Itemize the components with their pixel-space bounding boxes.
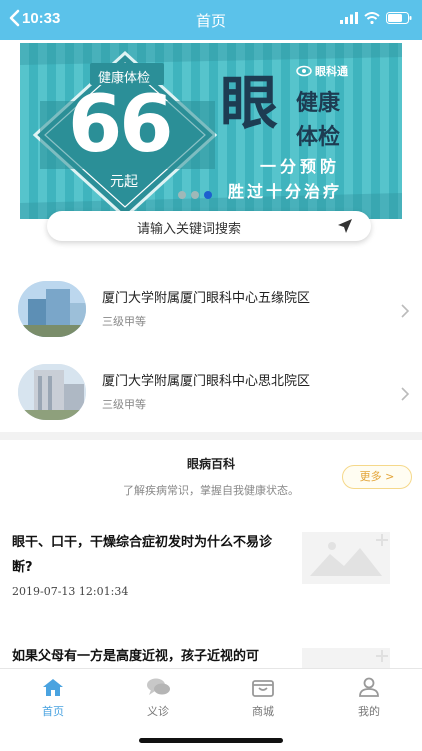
battery-icon — [386, 12, 412, 24]
article-title: 如果父母有一方是高度近视，孩子近视的可 — [12, 649, 260, 664]
nav-home[interactable]: 首页 — [23, 677, 83, 719]
nav-free-clinic[interactable]: 义诊 — [128, 677, 188, 719]
image-placeholder-icon — [302, 648, 390, 668]
chevron-right-icon — [401, 304, 410, 318]
home-icon — [43, 679, 63, 696]
hospital-name: 厦门大学附属厦门眼科中心思北院区 — [102, 374, 311, 389]
nav-label: 义诊 — [147, 705, 169, 718]
carousel-dots — [178, 191, 212, 199]
shop-icon — [252, 680, 274, 697]
logo-text: 眼科通 — [315, 65, 348, 78]
carousel-dot[interactable] — [191, 191, 199, 199]
hospital-item[interactable]: 厦门大学附属厦门眼科中心五缘院区 三级甲等 — [0, 281, 422, 361]
nav-label: 商城 — [252, 705, 274, 718]
navigate-arrow-icon[interactable] — [337, 218, 353, 234]
article-date: 2019-07-13 12:01:34 — [12, 585, 129, 598]
chevron-right-icon — [401, 387, 410, 401]
hospital-level: 三级甲等 — [102, 315, 146, 328]
nav-label: 首页 — [42, 705, 64, 718]
user-icon — [359, 677, 379, 697]
banner-logo: 眼科通 — [296, 63, 348, 79]
image-placeholder-icon — [302, 532, 390, 584]
chat-bubbles-icon — [147, 678, 170, 695]
banner-headline-1: 健康 — [296, 91, 341, 116]
article-title: 眼干、口干，干燥综合症初发时为什么不易诊断? — [12, 535, 273, 575]
hospital-level: 三级甲等 — [102, 398, 146, 411]
home-indicator — [139, 738, 283, 743]
carousel-dot-active[interactable] — [204, 191, 212, 199]
banner-price-suffix: 元起 — [110, 174, 138, 190]
signal-icon — [340, 12, 358, 24]
search-input[interactable]: 请输入关键词搜索 — [47, 218, 331, 237]
hospital-photo — [18, 281, 86, 337]
banner-eye-char: 眼 — [220, 69, 279, 137]
nav-label: 我的 — [358, 705, 380, 718]
banner-slogan-2: 胜过十分治疗 — [228, 182, 343, 201]
carousel-dot[interactable] — [178, 191, 186, 199]
eye-logo-icon — [296, 65, 312, 77]
nav-shop[interactable]: 商城 — [233, 677, 293, 719]
status-icons — [340, 12, 412, 24]
top-bar: 10:33 首页 — [0, 0, 422, 40]
banner-slogan-1: 一分预防 — [260, 157, 341, 176]
hospital-photo — [18, 364, 86, 420]
banner-headline-2: 体检 — [296, 125, 341, 150]
hospital-name: 厦门大学附属厦门眼科中心五缘院区 — [102, 291, 311, 306]
search-bar[interactable]: 请输入关键词搜索 — [47, 211, 371, 241]
more-button[interactable]: 更多 > — [342, 465, 412, 489]
promo-banner[interactable]: 健康体检 66 元起 眼 眼科通 健康 体检 一分预防 胜过十分治疗 — [20, 43, 402, 219]
nav-profile[interactable]: 我的 — [339, 677, 399, 719]
banner-price: 66 — [68, 80, 174, 170]
wifi-icon — [364, 12, 380, 24]
section-divider — [0, 432, 422, 440]
